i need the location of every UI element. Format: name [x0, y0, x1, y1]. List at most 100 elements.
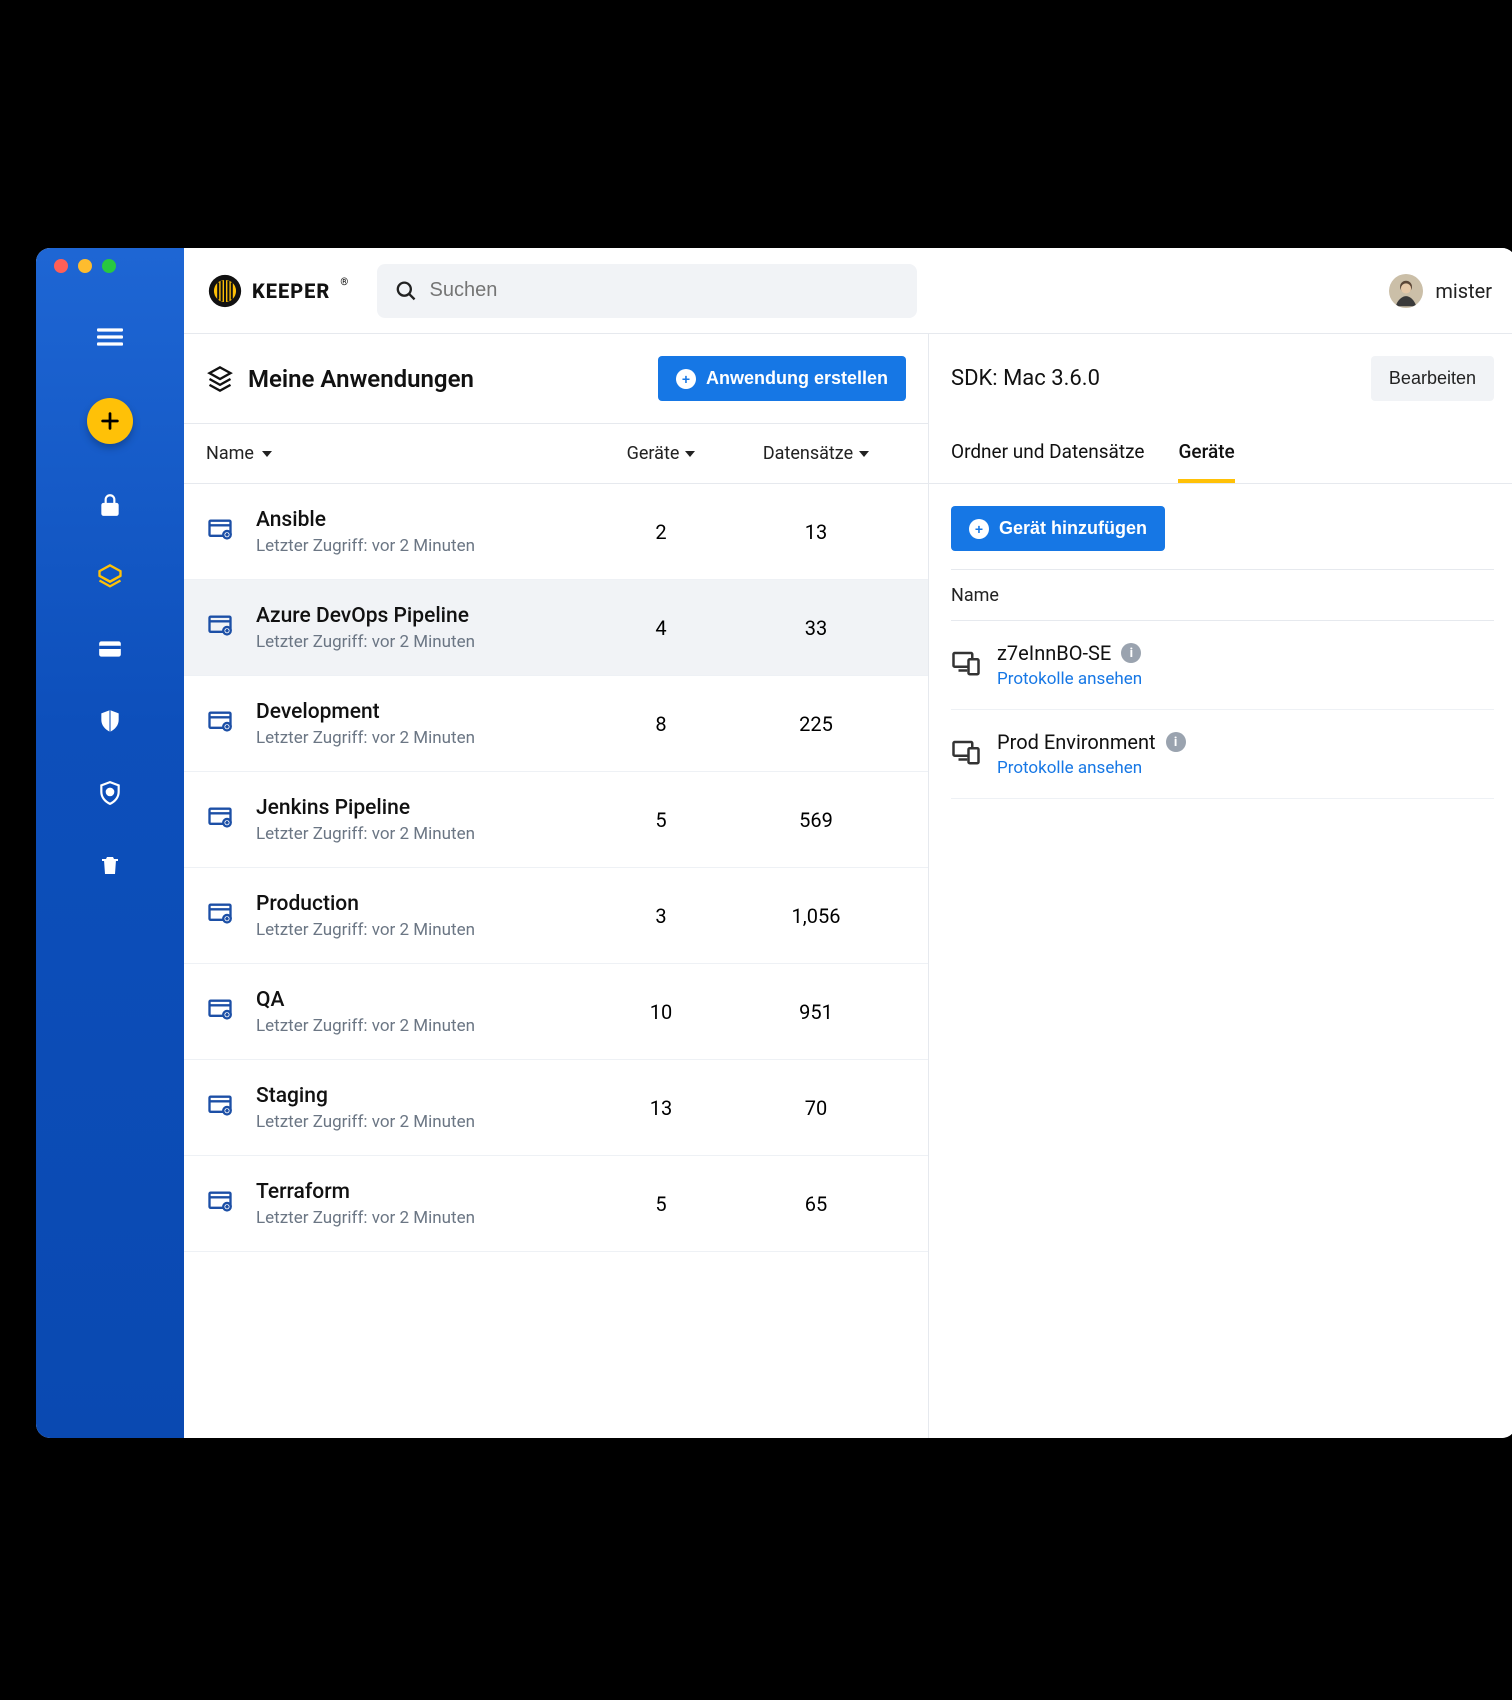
application-last-access: Letzter Zugriff: vor 2 Minuten [256, 728, 596, 748]
application-device-count: 5 [596, 1192, 726, 1216]
device-icon [951, 737, 981, 771]
application-row[interactable]: Azure DevOps Pipeline Letzter Zugriff: vo… [184, 580, 928, 676]
watch-icon[interactable] [95, 778, 125, 808]
application-name: Ansible [256, 508, 596, 532]
add-device-label: Gerät hinzufügen [999, 518, 1147, 539]
application-record-count: 70 [726, 1096, 906, 1120]
window-controls [36, 248, 184, 284]
view-logs-link[interactable]: Protokolle ansehen [997, 669, 1494, 689]
application-name: Production [256, 892, 596, 916]
application-name: Azure DevOps Pipeline [256, 604, 596, 628]
application-row[interactable]: QALetzter Zugriff: vor 2 Minuten10951 [184, 964, 928, 1060]
column-name[interactable]: Name [206, 443, 596, 464]
search-icon [395, 279, 417, 303]
application-row[interactable]: Jenkins Pipeline Letzter Zugriff: vor 2 M… [184, 772, 928, 868]
application-icon [206, 996, 242, 1028]
edit-button[interactable]: Bearbeiten [1371, 356, 1494, 401]
brand-logo: KEEPER ® [208, 274, 349, 308]
application-row[interactable]: Staging Letzter Zugriff: vor 2 Minuten137… [184, 1060, 928, 1156]
view-logs-link[interactable]: Protokolle ansehen [997, 758, 1494, 778]
application-name: Staging [256, 1084, 596, 1108]
trash-icon[interactable] [95, 850, 125, 880]
info-icon[interactable]: i [1166, 732, 1186, 752]
sort-caret-icon [685, 451, 695, 457]
device-row[interactable]: z7eInnBO-SE iProtokolle ansehen [951, 621, 1494, 710]
detail-title: SDK: Mac 3.6.0 [951, 366, 1100, 391]
close-window-icon[interactable] [54, 259, 68, 273]
application-device-count: 5 [596, 808, 726, 832]
applications-columns: Name Geräte Datensätze [184, 424, 928, 484]
maximize-window-icon[interactable] [102, 259, 116, 273]
app-window: KEEPER® mister Meine Anwendungen + Anwen [36, 248, 1512, 1438]
create-application-button[interactable]: + Anwendung erstellen [658, 356, 906, 401]
detail-tab[interactable]: Geräte [1178, 424, 1234, 483]
add-device-button[interactable]: + Gerät hinzufügen [951, 506, 1165, 551]
device-icon [951, 648, 981, 682]
stack-icon [206, 365, 234, 393]
avatar [1389, 274, 1423, 308]
device-meta: z7eInnBO-SE iProtokolle ansehen [997, 641, 1494, 689]
application-icon [206, 1092, 242, 1124]
create-application-label: Anwendung erstellen [706, 368, 888, 389]
detail-body: + Gerät hinzufügen Name z7eInnBO-SE iPro… [929, 484, 1512, 821]
application-name: Jenkins Pipeline [256, 796, 596, 820]
application-icon [206, 804, 242, 836]
application-meta: Jenkins Pipeline Letzter Zugriff: vor 2 M… [256, 796, 596, 844]
application-last-access: Letzter Zugriff: vor 2 Minuten [256, 1208, 596, 1228]
applications-list: AnsibleLetzter Zugriff: vor 2 Minuten213… [184, 484, 928, 1252]
application-last-access: Letzter Zugriff: vor 2 Minuten [256, 632, 596, 652]
application-device-count: 13 [596, 1096, 726, 1120]
application-last-access: Letzter Zugriff: vor 2 Minuten [256, 1016, 596, 1036]
main-split: Meine Anwendungen + Anwendung erstellen … [184, 334, 1512, 1438]
application-icon [206, 708, 242, 740]
application-record-count: 1,056 [726, 904, 906, 928]
application-last-access: Letzter Zugriff: vor 2 Minuten [256, 824, 596, 844]
search-input[interactable] [430, 279, 900, 302]
application-record-count: 13 [726, 520, 906, 544]
application-icon [206, 1188, 242, 1220]
sidebar-nav [95, 490, 125, 880]
application-record-count: 951 [726, 1000, 906, 1024]
application-row[interactable]: Terraform Letzter Zugriff: vor 2 Minuten5… [184, 1156, 928, 1252]
lock-icon[interactable] [95, 490, 125, 520]
application-meta: Terraform Letzter Zugriff: vor 2 Minuten [256, 1180, 596, 1228]
application-record-count: 225 [726, 712, 906, 736]
application-icon [206, 612, 242, 644]
application-last-access: Letzter Zugriff: vor 2 Minuten [256, 1112, 596, 1132]
keeper-logo-icon [208, 274, 242, 308]
brand-name: KEEPER [252, 279, 330, 303]
application-icon [206, 516, 242, 548]
detail-tab[interactable]: Ordner und Datensätze [951, 424, 1144, 483]
sidebar-rail [36, 248, 184, 1438]
applications-icon[interactable] [95, 562, 125, 592]
shield-icon[interactable] [95, 706, 125, 736]
info-icon[interactable]: i [1121, 643, 1141, 663]
applications-header: Meine Anwendungen + Anwendung erstellen [184, 334, 928, 424]
column-records[interactable]: Datensätze [726, 443, 906, 464]
minimize-window-icon[interactable] [78, 259, 92, 273]
user-menu[interactable]: mister [1389, 274, 1492, 308]
menu-icon[interactable] [97, 324, 123, 356]
application-meta: QALetzter Zugriff: vor 2 Minuten [256, 988, 596, 1036]
application-name: Development [256, 700, 596, 724]
add-button[interactable] [87, 398, 133, 444]
search-box[interactable] [377, 264, 917, 318]
card-icon[interactable] [95, 634, 125, 664]
column-devices[interactable]: Geräte [596, 443, 726, 464]
application-row[interactable]: AnsibleLetzter Zugriff: vor 2 Minuten213 [184, 484, 928, 580]
application-meta: Development Letzter Zugriff: vor 2 Minute… [256, 700, 596, 748]
device-name: Prod Environment i [997, 730, 1494, 754]
application-row[interactable]: Development Letzter Zugriff: vor 2 Minute… [184, 676, 928, 772]
plus-icon: + [676, 369, 696, 389]
application-last-access: Letzter Zugriff: vor 2 Minuten [256, 536, 596, 556]
application-name: Terraform [256, 1180, 596, 1204]
device-meta: Prod Environment i Protokolle ansehen [997, 730, 1494, 778]
application-device-count: 8 [596, 712, 726, 736]
application-record-count: 33 [726, 616, 906, 640]
device-row[interactable]: Prod Environment i Protokolle ansehen [951, 710, 1494, 799]
application-row[interactable]: ProductionLetzter Zugriff: vor 2 Minuten… [184, 868, 928, 964]
applications-title: Meine Anwendungen [206, 365, 474, 393]
application-device-count: 10 [596, 1000, 726, 1024]
trademark: ® [340, 277, 349, 288]
plus-icon: + [969, 519, 989, 539]
